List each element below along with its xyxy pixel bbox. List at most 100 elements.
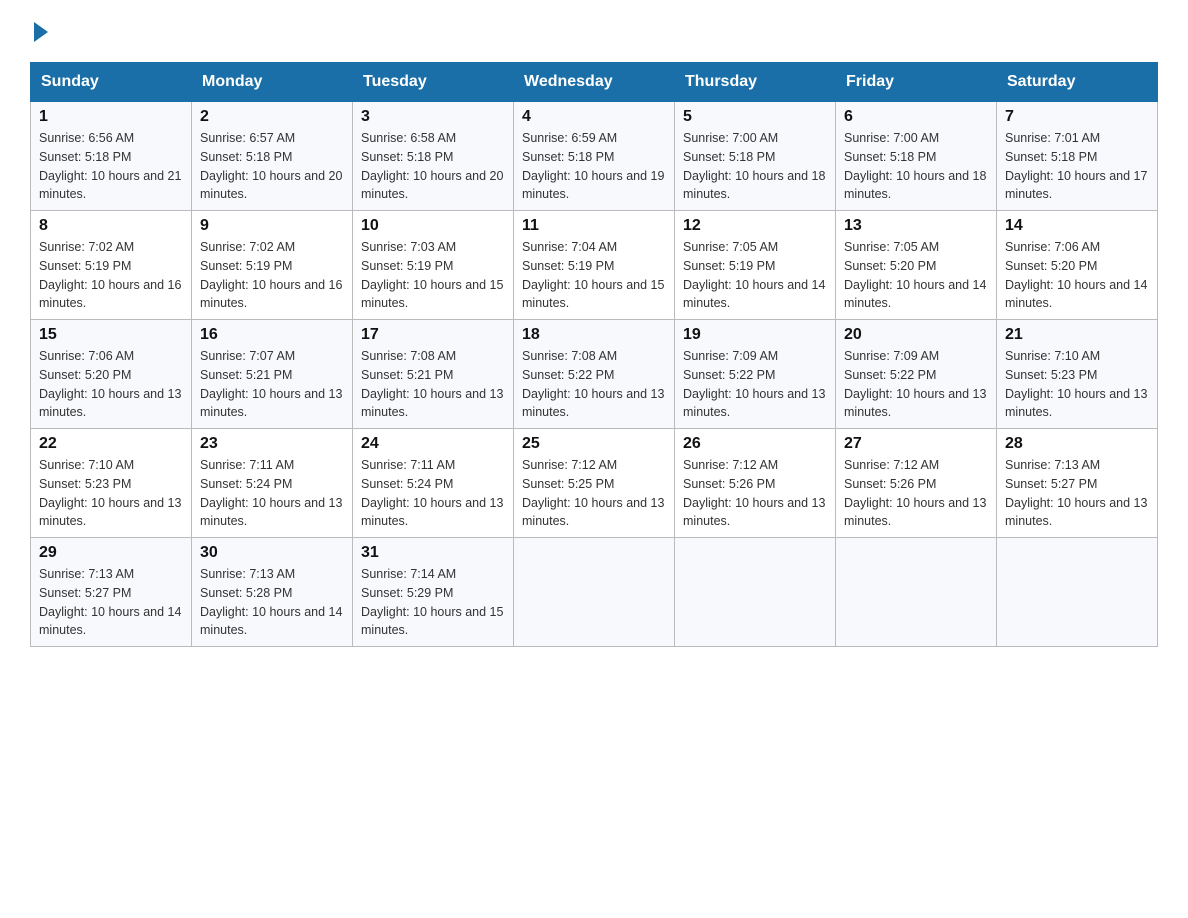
calendar-cell: 2 Sunrise: 6:57 AMSunset: 5:18 PMDaylight… — [192, 102, 353, 211]
calendar-cell: 6 Sunrise: 7:00 AMSunset: 5:18 PMDaylight… — [836, 102, 997, 211]
day-number: 30 — [200, 544, 344, 562]
calendar-table: SundayMondayTuesdayWednesdayThursdayFrid… — [30, 62, 1158, 647]
day-number: 3 — [361, 108, 505, 126]
calendar-cell — [675, 538, 836, 647]
day-number: 11 — [522, 217, 666, 235]
day-number: 25 — [522, 435, 666, 453]
day-header-friday: Friday — [836, 63, 997, 102]
day-info: Sunrise: 7:02 AMSunset: 5:19 PMDaylight:… — [39, 238, 183, 313]
day-info: Sunrise: 7:06 AMSunset: 5:20 PMDaylight:… — [1005, 238, 1149, 313]
day-info: Sunrise: 7:11 AMSunset: 5:24 PMDaylight:… — [200, 456, 344, 531]
day-info: Sunrise: 7:08 AMSunset: 5:22 PMDaylight:… — [522, 347, 666, 422]
day-number: 5 — [683, 108, 827, 126]
calendar-week-row: 22 Sunrise: 7:10 AMSunset: 5:23 PMDayligh… — [31, 429, 1158, 538]
day-number: 27 — [844, 435, 988, 453]
day-info: Sunrise: 7:09 AMSunset: 5:22 PMDaylight:… — [683, 347, 827, 422]
day-info: Sunrise: 7:10 AMSunset: 5:23 PMDaylight:… — [39, 456, 183, 531]
calendar-week-row: 1Sunrise: 6:56 AMSunset: 5:18 PMDaylight… — [31, 102, 1158, 211]
calendar-cell: 25 Sunrise: 7:12 AMSunset: 5:25 PMDayligh… — [514, 429, 675, 538]
calendar-week-row: 29Sunrise: 7:13 AMSunset: 5:27 PMDayligh… — [31, 538, 1158, 647]
calendar-cell: 29Sunrise: 7:13 AMSunset: 5:27 PMDayligh… — [31, 538, 192, 647]
day-number: 8 — [39, 217, 183, 235]
calendar-cell: 20 Sunrise: 7:09 AMSunset: 5:22 PMDayligh… — [836, 320, 997, 429]
day-info: Sunrise: 7:00 AMSunset: 5:18 PMDaylight:… — [683, 129, 827, 204]
day-info: Sunrise: 7:10 AMSunset: 5:23 PMDaylight:… — [1005, 347, 1149, 422]
day-number: 26 — [683, 435, 827, 453]
calendar-cell: 7 Sunrise: 7:01 AMSunset: 5:18 PMDaylight… — [997, 102, 1158, 211]
calendar-cell — [997, 538, 1158, 647]
day-number: 1 — [39, 108, 183, 126]
calendar-cell: 23 Sunrise: 7:11 AMSunset: 5:24 PMDayligh… — [192, 429, 353, 538]
day-info: Sunrise: 7:05 AMSunset: 5:20 PMDaylight:… — [844, 238, 988, 313]
day-number: 7 — [1005, 108, 1149, 126]
day-number: 24 — [361, 435, 505, 453]
calendar-cell: 8 Sunrise: 7:02 AMSunset: 5:19 PMDaylight… — [31, 211, 192, 320]
day-number: 10 — [361, 217, 505, 235]
calendar-cell: 17 Sunrise: 7:08 AMSunset: 5:21 PMDayligh… — [353, 320, 514, 429]
day-info: Sunrise: 6:58 AMSunset: 5:18 PMDaylight:… — [361, 129, 505, 204]
day-number: 17 — [361, 326, 505, 344]
calendar-cell: 4 Sunrise: 6:59 AMSunset: 5:18 PMDaylight… — [514, 102, 675, 211]
calendar-cell: 15 Sunrise: 7:06 AMSunset: 5:20 PMDayligh… — [31, 320, 192, 429]
day-info: Sunrise: 7:06 AMSunset: 5:20 PMDaylight:… — [39, 347, 183, 422]
day-info: Sunrise: 7:12 AMSunset: 5:26 PMDaylight:… — [844, 456, 988, 531]
day-number: 16 — [200, 326, 344, 344]
day-number: 2 — [200, 108, 344, 126]
calendar-cell: 5 Sunrise: 7:00 AMSunset: 5:18 PMDaylight… — [675, 102, 836, 211]
day-number: 6 — [844, 108, 988, 126]
day-info: Sunrise: 6:57 AMSunset: 5:18 PMDaylight:… — [200, 129, 344, 204]
day-number: 22 — [39, 435, 183, 453]
calendar-cell: 14 Sunrise: 7:06 AMSunset: 5:20 PMDayligh… — [997, 211, 1158, 320]
day-info: Sunrise: 7:14 AMSunset: 5:29 PMDaylight:… — [361, 565, 505, 640]
day-number: 19 — [683, 326, 827, 344]
calendar-week-row: 8 Sunrise: 7:02 AMSunset: 5:19 PMDaylight… — [31, 211, 1158, 320]
day-info: Sunrise: 7:07 AMSunset: 5:21 PMDaylight:… — [200, 347, 344, 422]
day-info: Sunrise: 7:02 AMSunset: 5:19 PMDaylight:… — [200, 238, 344, 313]
calendar-cell: 18 Sunrise: 7:08 AMSunset: 5:22 PMDayligh… — [514, 320, 675, 429]
day-info: Sunrise: 7:12 AMSunset: 5:25 PMDaylight:… — [522, 456, 666, 531]
day-number: 20 — [844, 326, 988, 344]
day-info: Sunrise: 6:59 AMSunset: 5:18 PMDaylight:… — [522, 129, 666, 204]
calendar-cell: 1Sunrise: 6:56 AMSunset: 5:18 PMDaylight… — [31, 102, 192, 211]
calendar-cell: 10 Sunrise: 7:03 AMSunset: 5:19 PMDayligh… — [353, 211, 514, 320]
logo — [30, 20, 48, 42]
day-number: 13 — [844, 217, 988, 235]
day-header-saturday: Saturday — [997, 63, 1158, 102]
calendar-cell: 13 Sunrise: 7:05 AMSunset: 5:20 PMDayligh… — [836, 211, 997, 320]
day-info: Sunrise: 7:03 AMSunset: 5:19 PMDaylight:… — [361, 238, 505, 313]
day-number: 18 — [522, 326, 666, 344]
calendar-header-row: SundayMondayTuesdayWednesdayThursdayFrid… — [31, 63, 1158, 102]
day-number: 28 — [1005, 435, 1149, 453]
day-info: Sunrise: 7:05 AMSunset: 5:19 PMDaylight:… — [683, 238, 827, 313]
calendar-cell: 19 Sunrise: 7:09 AMSunset: 5:22 PMDayligh… — [675, 320, 836, 429]
day-info: Sunrise: 7:01 AMSunset: 5:18 PMDaylight:… — [1005, 129, 1149, 204]
day-header-monday: Monday — [192, 63, 353, 102]
calendar-cell: 31 Sunrise: 7:14 AMSunset: 5:29 PMDayligh… — [353, 538, 514, 647]
calendar-cell: 26 Sunrise: 7:12 AMSunset: 5:26 PMDayligh… — [675, 429, 836, 538]
calendar-cell: 22 Sunrise: 7:10 AMSunset: 5:23 PMDayligh… — [31, 429, 192, 538]
day-number: 29 — [39, 544, 183, 562]
calendar-cell: 21Sunrise: 7:10 AMSunset: 5:23 PMDayligh… — [997, 320, 1158, 429]
day-info: Sunrise: 7:09 AMSunset: 5:22 PMDaylight:… — [844, 347, 988, 422]
logo-arrow-icon — [34, 22, 48, 42]
day-number: 15 — [39, 326, 183, 344]
day-number: 23 — [200, 435, 344, 453]
calendar-week-row: 15 Sunrise: 7:06 AMSunset: 5:20 PMDayligh… — [31, 320, 1158, 429]
calendar-cell: 3 Sunrise: 6:58 AMSunset: 5:18 PMDaylight… — [353, 102, 514, 211]
calendar-cell: 27 Sunrise: 7:12 AMSunset: 5:26 PMDayligh… — [836, 429, 997, 538]
day-number: 31 — [361, 544, 505, 562]
calendar-cell: 9Sunrise: 7:02 AMSunset: 5:19 PMDaylight… — [192, 211, 353, 320]
day-info: Sunrise: 7:12 AMSunset: 5:26 PMDaylight:… — [683, 456, 827, 531]
day-info: Sunrise: 7:08 AMSunset: 5:21 PMDaylight:… — [361, 347, 505, 422]
day-number: 4 — [522, 108, 666, 126]
calendar-cell: 24Sunrise: 7:11 AMSunset: 5:24 PMDayligh… — [353, 429, 514, 538]
day-header-thursday: Thursday — [675, 63, 836, 102]
page-header — [30, 20, 1158, 42]
calendar-cell: 11Sunrise: 7:04 AMSunset: 5:19 PMDayligh… — [514, 211, 675, 320]
calendar-cell: 30Sunrise: 7:13 AMSunset: 5:28 PMDayligh… — [192, 538, 353, 647]
day-number: 14 — [1005, 217, 1149, 235]
day-header-tuesday: Tuesday — [353, 63, 514, 102]
calendar-cell: 28 Sunrise: 7:13 AMSunset: 5:27 PMDayligh… — [997, 429, 1158, 538]
day-info: Sunrise: 7:13 AMSunset: 5:27 PMDaylight:… — [1005, 456, 1149, 531]
day-info: Sunrise: 7:00 AMSunset: 5:18 PMDaylight:… — [844, 129, 988, 204]
